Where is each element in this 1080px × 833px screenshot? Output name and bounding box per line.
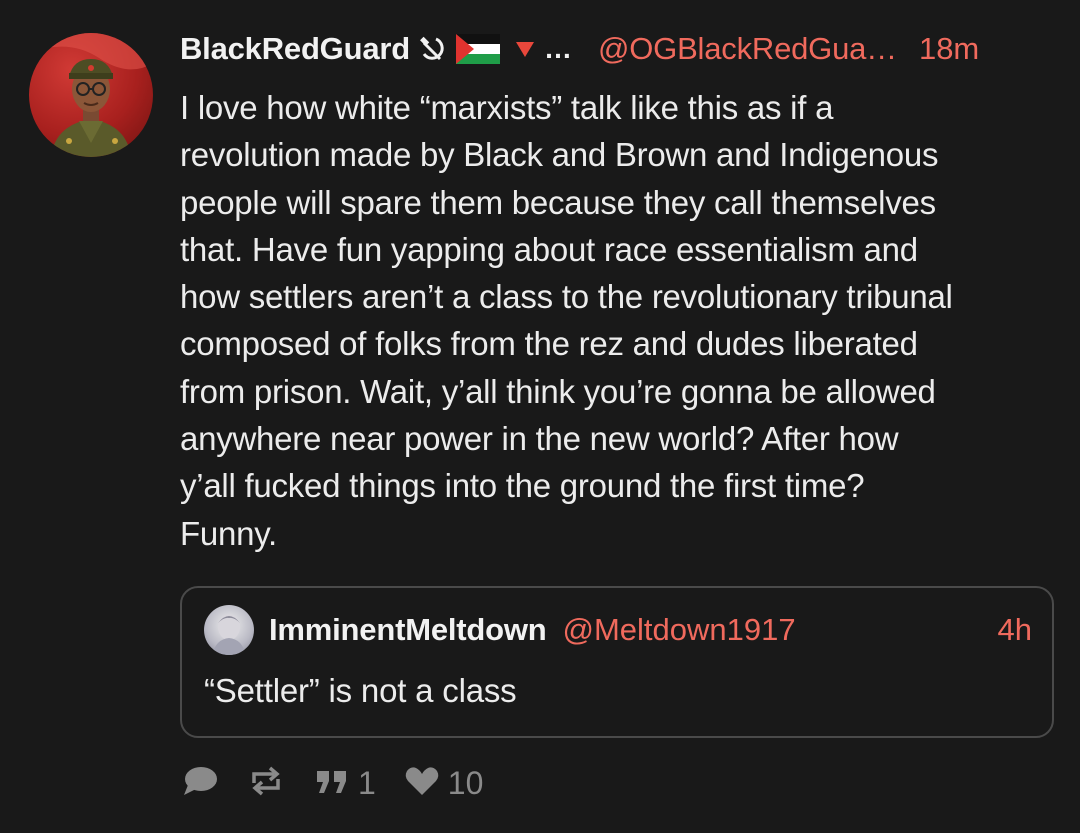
post-timestamp[interactable]: 18m (919, 31, 979, 67)
post: BlackRedGuard … @OGBlackRedGua… 18m I lo… (0, 0, 1080, 833)
quote-count: 1 (358, 764, 376, 801)
post-body: I love how white “marxists” talk like th… (180, 84, 1060, 557)
author-avatar[interactable] (29, 33, 153, 157)
post-body-line: Funny. (180, 514, 277, 552)
quote-icon (312, 761, 352, 806)
quoted-post-text: “Settler” is not a class (204, 672, 517, 709)
emoji-truncation: … (543, 33, 572, 64)
like-count: 10 (447, 764, 484, 801)
quoted-author-avatar[interactable] (204, 605, 254, 655)
post-actions: 1 10 (180, 758, 483, 808)
post-body-line: people will spare them because they call… (180, 183, 936, 221)
reply-bubble-icon (180, 761, 220, 806)
reply-button[interactable] (180, 761, 220, 806)
quoted-post-timestamp[interactable]: 4h (998, 612, 1032, 648)
post-header: BlackRedGuard … @OGBlackRedGua… 18m (180, 24, 1060, 74)
post-body-line: how settlers aren’t a class to the revol… (180, 278, 953, 316)
quoted-author-display-name[interactable]: ImminentMeltdown (269, 612, 547, 648)
author-display-name[interactable]: BlackRedGuard (180, 31, 410, 67)
author-handle[interactable]: @OGBlackRedGua… (598, 31, 897, 67)
quote-button[interactable]: 1 (312, 761, 376, 806)
repost-button[interactable] (246, 761, 286, 806)
hammer-and-sickle-icon (418, 34, 448, 64)
post-body-line: anywhere near power in the new world? Af… (180, 420, 899, 458)
post-body-line: that. Have fun yapping about race essent… (180, 230, 918, 268)
palestine-flag-icon (455, 34, 500, 64)
quoted-author-handle[interactable]: @Meltdown1917 (563, 612, 796, 648)
post-body-line: y’all fucked things into the ground the … (180, 467, 865, 505)
post-body-line: I love how white “marxists” talk like th… (180, 89, 834, 126)
quoted-post-header: ImminentMeltdown @Meltdown1917 4h (269, 607, 1032, 653)
quoted-post[interactable]: ImminentMeltdown @Meltdown1917 4h “Settl… (180, 586, 1054, 738)
post-body-line: composed of folks from the rez and dudes… (180, 325, 918, 363)
repost-icon (246, 761, 286, 806)
post-body-line: revolution made by Black and Brown and I… (180, 136, 939, 174)
post-body-line: from prison. Wait, y’all think you’re go… (180, 372, 936, 410)
red-triangle-icon (514, 38, 536, 60)
like-button[interactable]: 10 (402, 761, 484, 806)
heart-icon (402, 761, 442, 806)
